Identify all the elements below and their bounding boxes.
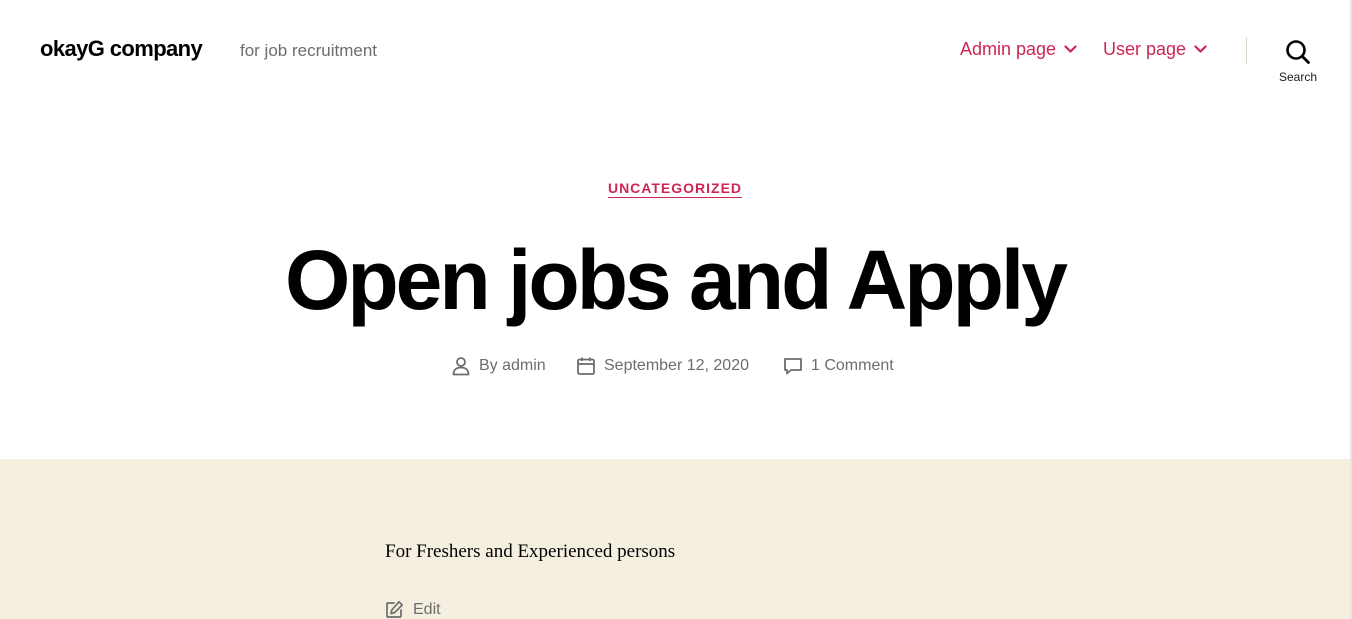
nav-item-user-page[interactable]: User page	[1103, 39, 1207, 60]
site-title[interactable]: okayG company	[40, 36, 203, 62]
nav-item-admin-page[interactable]: Admin page	[960, 39, 1077, 60]
comment-icon	[784, 358, 802, 375]
search-icon	[1286, 40, 1310, 64]
calendar-icon	[577, 357, 595, 375]
search-label: Search	[1278, 70, 1318, 84]
chevron-down-icon[interactable]	[1194, 45, 1207, 54]
comments-link[interactable]: 1 Comment	[811, 357, 894, 375]
search-toggle-button[interactable]: Search	[1272, 37, 1324, 87]
post-date: September 12, 2020	[576, 356, 749, 376]
site-header: okayG company for job recruitment Admin …	[0, 0, 1350, 100]
nav-item-label: Admin page	[960, 39, 1057, 59]
post-category: UNCATEGORIZED	[0, 180, 1350, 198]
category-link[interactable]: UNCATEGORIZED	[607, 180, 743, 198]
nav-item-label: User page	[1103, 39, 1187, 59]
post-comments: 1 Comment	[783, 356, 894, 376]
edit-post-link[interactable]: Edit	[385, 600, 441, 619]
header-divider	[1246, 37, 1247, 64]
edit-label: Edit	[413, 600, 441, 618]
site-description: for job recruitment	[240, 41, 377, 60]
post-author: By admin	[451, 356, 546, 376]
edit-icon	[386, 600, 404, 618]
content-paragraph: For Freshers and Experienced persons	[385, 541, 676, 562]
post-title: Open jobs and Apply	[285, 233, 1068, 327]
date-link[interactable]: September 12, 2020	[604, 357, 749, 375]
chevron-down-icon[interactable]	[1064, 45, 1077, 54]
post-content: For Freshers and Experienced persons Edi…	[0, 459, 1350, 619]
user-icon	[452, 357, 470, 376]
post-meta: By admin September 12, 2020 1 Comment	[0, 356, 1350, 380]
author-link[interactable]: By admin	[479, 357, 546, 375]
